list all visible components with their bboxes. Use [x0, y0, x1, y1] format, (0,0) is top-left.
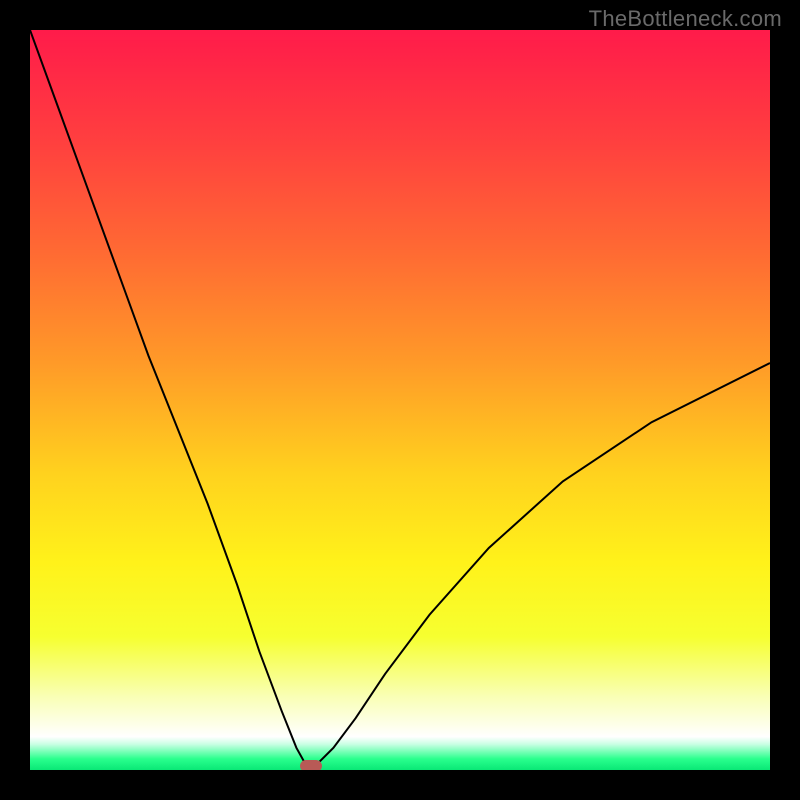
chart-frame: TheBottleneck.com — [0, 0, 800, 800]
watermark-text: TheBottleneck.com — [589, 6, 782, 32]
plot-area — [30, 30, 770, 770]
bottleneck-curve — [30, 30, 770, 770]
optimal-point-marker — [300, 760, 322, 770]
